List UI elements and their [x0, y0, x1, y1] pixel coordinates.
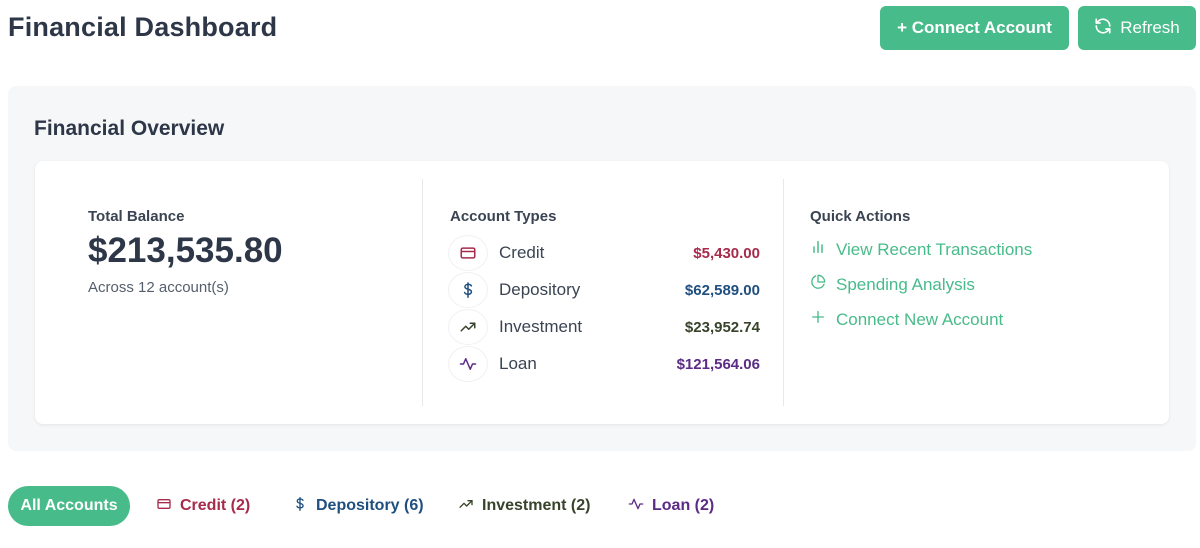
- action-label: Connect New Account: [836, 309, 1004, 329]
- total-balance-label: Total Balance: [88, 208, 185, 225]
- refresh-icon: [1094, 17, 1112, 40]
- total-balance-value: $213,535.80: [88, 231, 283, 270]
- overview-card: Total Balance $213,535.80 Across 12 acco…: [35, 161, 1169, 424]
- filter-label: Investment (2): [482, 497, 591, 514]
- page-title: Financial Dashboard: [8, 12, 278, 42]
- connect-new-account-link[interactable]: Connect New Account: [810, 309, 1003, 330]
- action-label: Spending Analysis: [836, 274, 975, 294]
- divider: [783, 179, 784, 406]
- trending-up-icon: [448, 309, 488, 345]
- credit-card-icon: [448, 235, 488, 271]
- dollar-icon: [292, 496, 308, 517]
- header: Financial Dashboard + Connect Account Re…: [0, 0, 1200, 60]
- account-type-amount: $5,430.00: [693, 244, 760, 262]
- filter-investment[interactable]: Investment (2): [458, 486, 590, 526]
- view-recent-transactions-link[interactable]: View Recent Transactions: [810, 239, 1032, 260]
- filter-label: Loan (2): [652, 497, 715, 514]
- divider: [422, 179, 423, 406]
- refresh-button[interactable]: Refresh: [1078, 6, 1196, 50]
- account-type-investment: Investment $23,952.74: [448, 309, 760, 345]
- filter-all-accounts[interactable]: All Accounts: [8, 486, 130, 526]
- account-type-amount: $62,589.00: [684, 281, 760, 299]
- activity-icon: [448, 346, 488, 382]
- refresh-label: Refresh: [1120, 18, 1180, 37]
- bar-chart-icon: [810, 239, 826, 260]
- filter-depository[interactable]: Depository (6): [292, 486, 424, 526]
- account-type-name: Loan: [499, 354, 537, 373]
- spending-analysis-link[interactable]: Spending Analysis: [810, 274, 975, 295]
- account-type-amount: $121,564.06: [676, 355, 760, 373]
- action-label: View Recent Transactions: [836, 239, 1033, 259]
- filter-credit[interactable]: Credit (2): [156, 486, 250, 526]
- financial-overview-section: Financial Overview Total Balance $213,53…: [8, 86, 1196, 451]
- filter-label: Depository (6): [316, 497, 424, 514]
- account-type-name: Depository: [499, 280, 581, 299]
- account-count: Across 12 account(s): [88, 279, 229, 296]
- account-types-label: Account Types: [450, 208, 557, 225]
- dollar-icon: [448, 272, 488, 308]
- filter-loan[interactable]: Loan (2): [628, 486, 714, 526]
- credit-card-icon: [156, 496, 172, 517]
- trending-up-icon: [458, 496, 474, 517]
- account-type-depository: Depository $62,589.00: [448, 272, 760, 308]
- connect-account-button[interactable]: + Connect Account: [880, 6, 1069, 50]
- account-type-name: Investment: [499, 317, 583, 336]
- pie-chart-icon: [810, 274, 826, 295]
- quick-actions-label: Quick Actions: [810, 208, 911, 225]
- account-type-loan: Loan $121,564.06: [448, 346, 760, 382]
- account-type-name: Credit: [499, 243, 545, 262]
- activity-icon: [628, 496, 644, 517]
- account-type-credit: Credit $5,430.00: [448, 235, 760, 271]
- filter-label: Credit (2): [180, 497, 251, 514]
- plus-icon: [810, 309, 826, 330]
- section-title: Financial Overview: [34, 117, 225, 140]
- account-type-amount: $23,952.74: [684, 318, 760, 336]
- account-filter-tabs: All Accounts Credit (2) Depository (6) I…: [8, 486, 728, 526]
